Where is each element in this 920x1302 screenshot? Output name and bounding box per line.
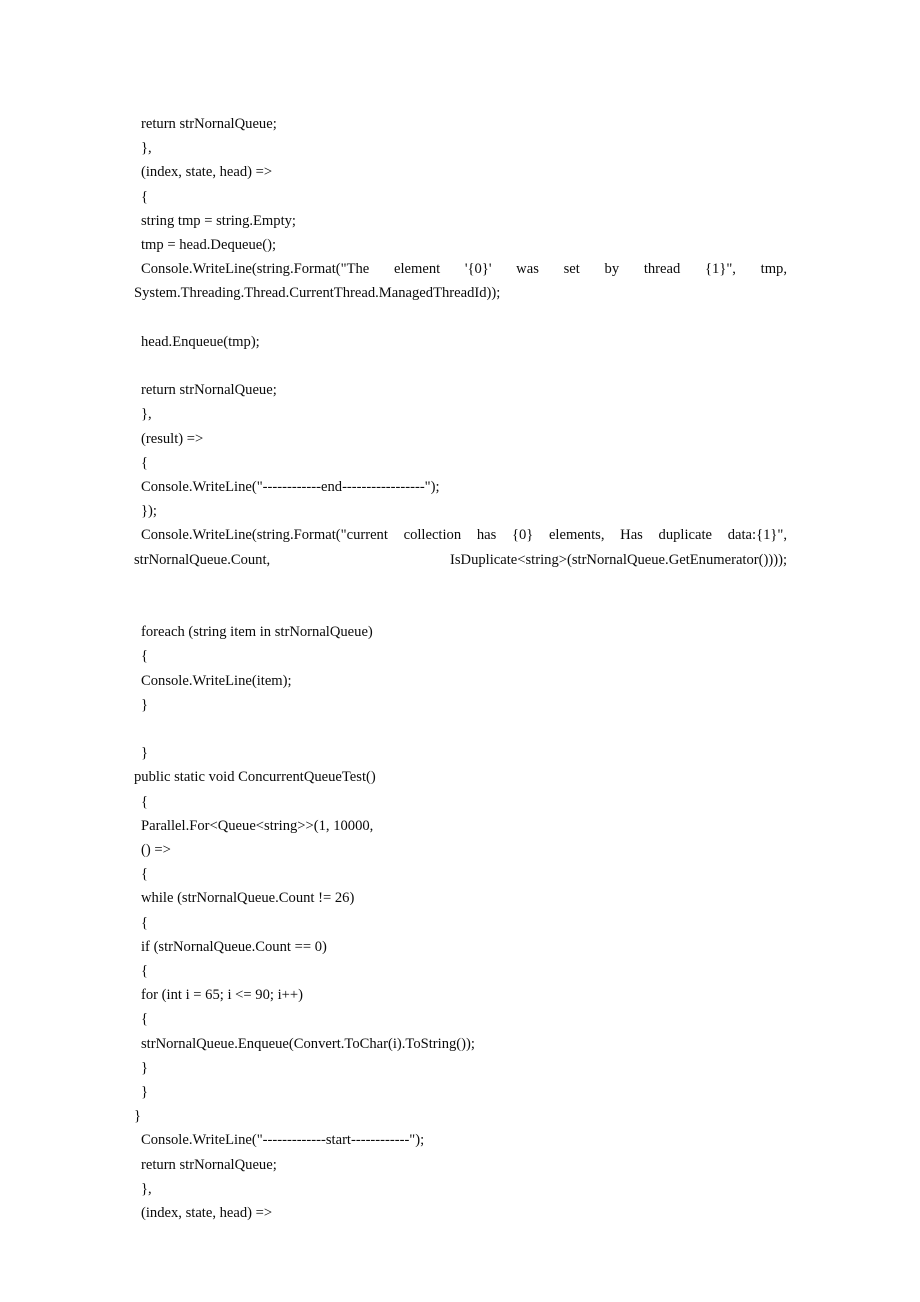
code-line: string tmp = string.Empty;: [141, 212, 296, 229]
code-line: (index, state, head) =>: [141, 164, 273, 181]
code-line: if (strNornalQueue.Count == 0): [141, 938, 327, 955]
code-line: while (strNornalQueue.Count != 26): [141, 890, 355, 907]
code-line: return strNornalQueue;: [141, 382, 277, 399]
code-line: },: [141, 1180, 152, 1197]
code-line: {: [141, 793, 149, 810]
code-line: for (int i = 65; i <= 90; i++): [141, 987, 303, 1004]
code-line: Console.WriteLine("-------------start---…: [141, 1132, 425, 1149]
code-line: return strNornalQueue;: [141, 1156, 277, 1173]
code-line: strNornalQueue.Enqueue(Convert.ToChar(i)…: [141, 1035, 475, 1052]
code-line: },: [141, 406, 152, 423]
code-line: });: [141, 503, 157, 520]
code-line: }: [141, 745, 149, 762]
code-line: (result) =>: [141, 430, 204, 447]
code-line: {: [141, 188, 149, 205]
code-line: {: [141, 454, 149, 471]
code-line: Parallel.For<Queue<string>>(1, 10000,: [141, 817, 374, 834]
code-line: head.Enqueue(tmp);: [141, 333, 260, 350]
code-line: return strNornalQueue;: [141, 116, 277, 132]
code-line: {: [141, 963, 149, 980]
code-line: Console.WriteLine(item);: [141, 672, 292, 689]
code-listing-body: return strNornalQueue;}, (index, state, h…: [134, 112, 787, 1225]
code-line: foreach (string item in strNornalQueue): [141, 624, 373, 641]
code-line: tmp = head.Dequeue();: [141, 237, 277, 254]
code-line-wrapped: Console.WriteLine(string.Format("current…: [134, 527, 791, 568]
document-page: return strNornalQueue;}, (index, state, h…: [0, 0, 920, 1302]
code-line-wrapped: Console.WriteLine(string.Format("The ele…: [134, 261, 791, 302]
code-line: {: [141, 648, 149, 665]
code-line: (index, state, head) =>: [141, 1205, 273, 1222]
code-line: {: [141, 1011, 149, 1028]
code-line: {: [141, 914, 149, 931]
code-line: () =>: [141, 842, 171, 859]
code-line: }: [141, 1084, 149, 1101]
code-line: {: [141, 866, 149, 883]
code-line: }: [141, 1059, 149, 1076]
code-line: public static void ConcurrentQueueTest(): [134, 769, 376, 786]
code-line: }: [134, 1108, 142, 1125]
code-line: }: [141, 696, 149, 713]
code-line: Console.WriteLine("------------end------…: [141, 479, 440, 496]
code-line: },: [141, 140, 152, 157]
